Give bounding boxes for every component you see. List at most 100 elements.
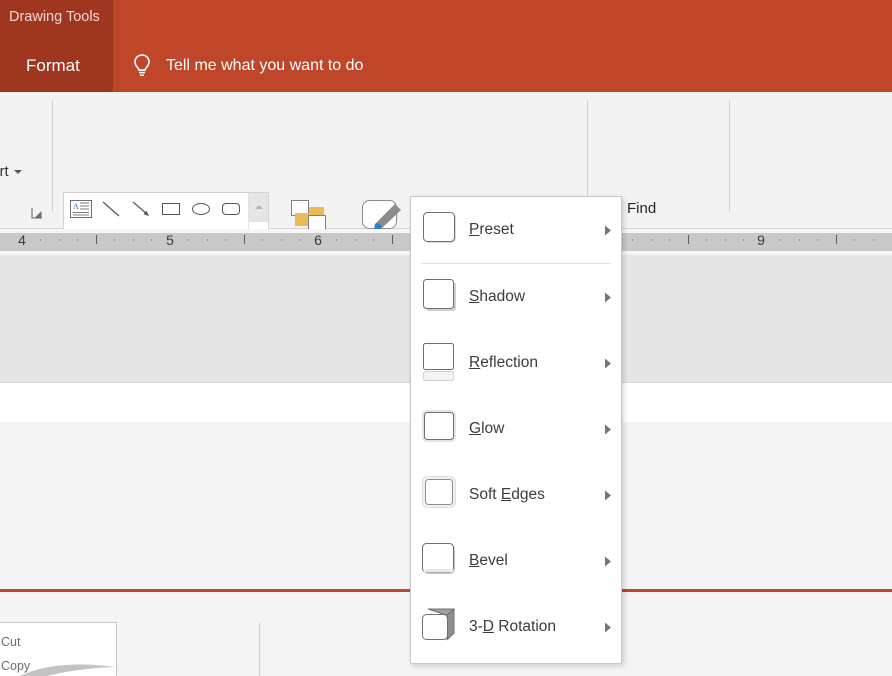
label-rest: reset	[479, 221, 513, 238]
context-menu[interactable]: Cut Copy	[0, 622, 117, 676]
ruler-minor-tick	[114, 239, 115, 241]
label-rest: hadow	[479, 288, 525, 305]
ruler-minor-tick	[59, 239, 60, 241]
shape-effects-dropdown-menu[interactable]: Preset Shadow	[410, 196, 622, 664]
ruler-minor-tick	[373, 239, 374, 241]
ruler-major-tick	[244, 235, 245, 244]
ruler-minor-tick	[854, 239, 855, 241]
label-rest: dges	[511, 486, 545, 503]
label-rest: evel	[479, 552, 507, 569]
preset-effect-icon	[411, 208, 469, 252]
word-art-label: Art	[0, 164, 9, 180]
ruler-minor-tick	[799, 239, 800, 241]
label-pre: 3-	[469, 618, 483, 635]
ruler-number: 5	[166, 232, 174, 248]
shape-text-box[interactable]: A	[66, 195, 96, 223]
reflection-effect-icon	[411, 341, 469, 385]
gallery-scroll-up-icon[interactable]	[249, 193, 268, 222]
tell-me-search[interactable]: Tell me what you want to do	[131, 52, 363, 80]
ruler-minor-tick	[706, 239, 707, 241]
ruler-major-tick	[688, 235, 689, 244]
menu-item-3d-rotation-label: 3-D Rotation	[469, 618, 595, 636]
ruler-minor-tick	[77, 239, 78, 241]
ruler-minor-tick	[281, 239, 282, 241]
menu-item-shadow[interactable]: Shadow	[411, 264, 621, 330]
ruler-minor-tick	[743, 239, 744, 241]
ruler-minor-tick	[336, 239, 337, 241]
shape-rounded-rectangle[interactable]	[216, 195, 246, 223]
ruler-minor-tick	[262, 239, 263, 241]
submenu-arrow-icon	[595, 622, 621, 633]
menu-item-shadow-label: Shadow	[469, 288, 595, 306]
ruler-minor-tick	[355, 239, 356, 241]
submenu-arrow-icon	[595, 424, 621, 435]
ruler-minor-tick	[225, 239, 226, 241]
ruler-minor-tick	[817, 239, 818, 241]
submenu-arrow-icon	[595, 556, 621, 567]
contextual-tab-drawing-tools: Drawing Tools Format	[0, 0, 113, 92]
ruler-minor-tick	[133, 239, 134, 241]
label-rest: eflection	[480, 354, 538, 371]
soft-edges-effect-icon	[411, 473, 469, 517]
ruler-minor-tick	[873, 239, 874, 241]
tab-format[interactable]: Format	[26, 56, 80, 76]
ruler-minor-tick	[188, 239, 189, 241]
word-art-button[interactable]: Art	[0, 164, 22, 180]
decorative-swoosh	[0, 661, 117, 676]
ruler-number: 9	[757, 232, 765, 248]
ruler-minor-tick	[725, 239, 726, 241]
ruler-minor-tick	[669, 239, 670, 241]
menu-item-bevel[interactable]: Bevel	[411, 528, 621, 594]
chevron-down-icon	[14, 170, 22, 174]
label-pre: Soft	[469, 486, 501, 503]
label-rest: low	[481, 420, 504, 437]
accel-key: S	[469, 288, 479, 305]
ruler-major-tick	[392, 235, 393, 244]
ruler-number: 6	[314, 232, 322, 248]
svg-text:A: A	[73, 202, 79, 211]
menu-item-preset-label: Preset	[469, 221, 595, 239]
submenu-arrow-icon	[595, 225, 621, 236]
panel-divider	[259, 623, 260, 676]
powerpoint-window: Drawing Tools Format Tell me what you wa…	[0, 0, 892, 676]
shape-line[interactable]	[96, 195, 126, 223]
menu-item-reflection[interactable]: Reflection	[411, 330, 621, 396]
shape-rectangle[interactable]	[156, 195, 186, 223]
accel-key: G	[469, 420, 481, 437]
ruler-minor-tick	[780, 239, 781, 241]
menu-item-glow[interactable]: Glow	[411, 396, 621, 462]
menu-item-glow-label: Glow	[469, 420, 595, 438]
group-separator	[52, 100, 53, 212]
accel-key: B	[469, 552, 479, 569]
ruler-minor-tick	[207, 239, 208, 241]
accel-key: E	[501, 486, 511, 503]
contextual-tab-title: Drawing Tools	[9, 9, 100, 25]
tell-me-text: Tell me what you want to do	[166, 57, 363, 75]
ruler-number: 4	[18, 232, 26, 248]
glow-effect-icon	[411, 407, 469, 451]
dialog-box-launcher-icon[interactable]	[30, 206, 44, 220]
ruler-minor-tick	[151, 239, 152, 241]
submenu-arrow-icon	[595, 358, 621, 369]
ruler-minor-tick	[651, 239, 652, 241]
ribbon-tab-bar: Drawing Tools Format Tell me what you wa…	[0, 0, 892, 92]
ruler-major-tick	[836, 235, 837, 244]
menu-item-preset[interactable]: Preset	[411, 197, 621, 263]
group-separator	[729, 100, 730, 212]
label-rest: Rotation	[494, 618, 556, 635]
ruler-minor-tick	[299, 239, 300, 241]
shape-line-arrow[interactable]	[126, 195, 156, 223]
menu-item-bevel-label: Bevel	[469, 552, 595, 570]
shape-oval[interactable]	[186, 195, 216, 223]
submenu-arrow-icon	[595, 490, 621, 501]
accel-key: P	[469, 221, 479, 238]
find-label: Find	[627, 200, 656, 217]
accel-key: D	[483, 618, 494, 635]
context-menu-item-cut[interactable]: Cut	[1, 635, 20, 649]
ruler-major-tick	[96, 235, 97, 244]
submenu-arrow-icon	[595, 292, 621, 303]
lightbulb-icon	[131, 52, 153, 80]
menu-item-3d-rotation[interactable]: 3-D Rotation	[411, 594, 621, 660]
menu-item-soft-edges[interactable]: Soft Edges	[411, 462, 621, 528]
3d-rotation-effect-icon	[411, 605, 469, 649]
